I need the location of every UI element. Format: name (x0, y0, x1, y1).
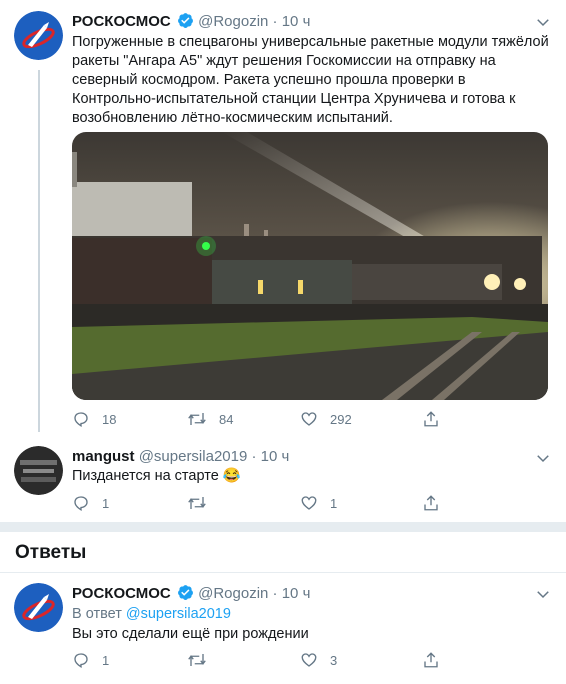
tweet-photo[interactable] (72, 132, 548, 400)
reply-context: В ответ @supersila2019 (72, 605, 231, 624)
share-button[interactable] (422, 493, 440, 513)
tweet-actions: 1 3 (72, 650, 552, 670)
user-handle[interactable]: @Rogozin (198, 585, 268, 602)
retweet-icon (188, 413, 206, 425)
separator-dot: · (251, 448, 257, 465)
display-name[interactable]: РОСКОСМОС (72, 13, 171, 30)
user-handle[interactable]: @supersila2019 (139, 448, 248, 465)
retweet-icon (188, 654, 206, 666)
separator-dot: · (272, 13, 278, 30)
like-count: 3 (330, 652, 338, 668)
tweet-text: Погруженные в спецвагоны универсальные р… (72, 34, 549, 126)
reply-icon (74, 412, 88, 427)
like-icon (301, 653, 317, 667)
chevron-down-icon[interactable] (534, 585, 552, 603)
reply-icon (74, 496, 88, 511)
share-button[interactable] (422, 409, 440, 429)
retweet-count: 84 (219, 411, 234, 427)
chevron-down-icon[interactable] (534, 449, 552, 467)
reply-count: 1 (102, 652, 110, 668)
separator-dot: · (272, 585, 278, 602)
tweet-header: РОСКОСМОС @Rogozin · 10 ч (72, 12, 310, 35)
tweet-actions: 18 84 292 (72, 409, 552, 429)
user-handle[interactable]: @Rogozin (198, 13, 268, 30)
tweet-text: Пизданется на старте 😂 (72, 468, 241, 484)
retweet-button[interactable] (187, 650, 207, 670)
avatar[interactable] (14, 446, 63, 495)
avatar[interactable] (14, 583, 63, 632)
chevron-down-icon[interactable] (534, 13, 552, 31)
main-tweet[interactable]: РОСКОСМОС @Rogozin · 10 ч Погруженные в … (0, 0, 566, 440)
like-button[interactable]: 3 (300, 650, 337, 670)
reply-button[interactable]: 1 (72, 493, 109, 513)
retweet-icon (188, 497, 206, 509)
share-icon (424, 411, 438, 427)
share-icon (424, 652, 438, 668)
reply-button[interactable]: 18 (72, 409, 116, 429)
retweet-button[interactable]: 84 (187, 409, 233, 429)
tweet-text: Вы это сделали ещё при рождении (72, 626, 309, 642)
share-button[interactable] (422, 650, 440, 670)
section-title: Ответы (15, 542, 87, 563)
thread-line (38, 70, 40, 432)
reply-count: 18 (102, 411, 117, 427)
like-button[interactable]: 292 (300, 409, 352, 429)
reply-button[interactable]: 1 (72, 650, 109, 670)
answer-tweet[interactable]: РОСКОСМОС @Rogozin · 10 ч В ответ @super… (0, 573, 566, 684)
reply-to-link[interactable]: @supersila2019 (126, 606, 231, 622)
display-name[interactable]: РОСКОСМОС (72, 585, 171, 602)
timestamp[interactable]: 10 ч (282, 13, 311, 30)
retweet-button[interactable] (187, 493, 207, 513)
like-icon (301, 412, 317, 426)
timestamp[interactable]: 10 ч (282, 585, 311, 602)
like-button[interactable]: 1 (300, 493, 337, 513)
like-icon (301, 496, 317, 510)
verified-badge-icon (177, 12, 194, 35)
tweet-actions: 1 1 (72, 493, 552, 513)
reply-icon (74, 653, 88, 668)
verified-badge-icon (177, 584, 194, 607)
like-count: 1 (330, 495, 338, 511)
user-avatar-image (14, 446, 63, 495)
tweet-header: mangust @supersila2019 · 10 ч (72, 447, 289, 467)
roscosmos-logo (14, 583, 63, 632)
timestamp[interactable]: 10 ч (261, 448, 290, 465)
reply-tweet[interactable]: mangust @supersila2019 · 10 ч Пизданется… (0, 440, 566, 522)
section-separator (0, 522, 566, 532)
share-icon (424, 495, 438, 511)
tweet-header: РОСКОСМОС @Rogozin · 10 ч (72, 584, 310, 607)
display-name[interactable]: mangust (72, 448, 135, 465)
reply-count: 1 (102, 495, 110, 511)
avatar[interactable] (14, 11, 63, 60)
like-count: 292 (330, 411, 352, 427)
roscosmos-logo (14, 11, 63, 60)
reply-prefix: В ответ (72, 606, 122, 622)
